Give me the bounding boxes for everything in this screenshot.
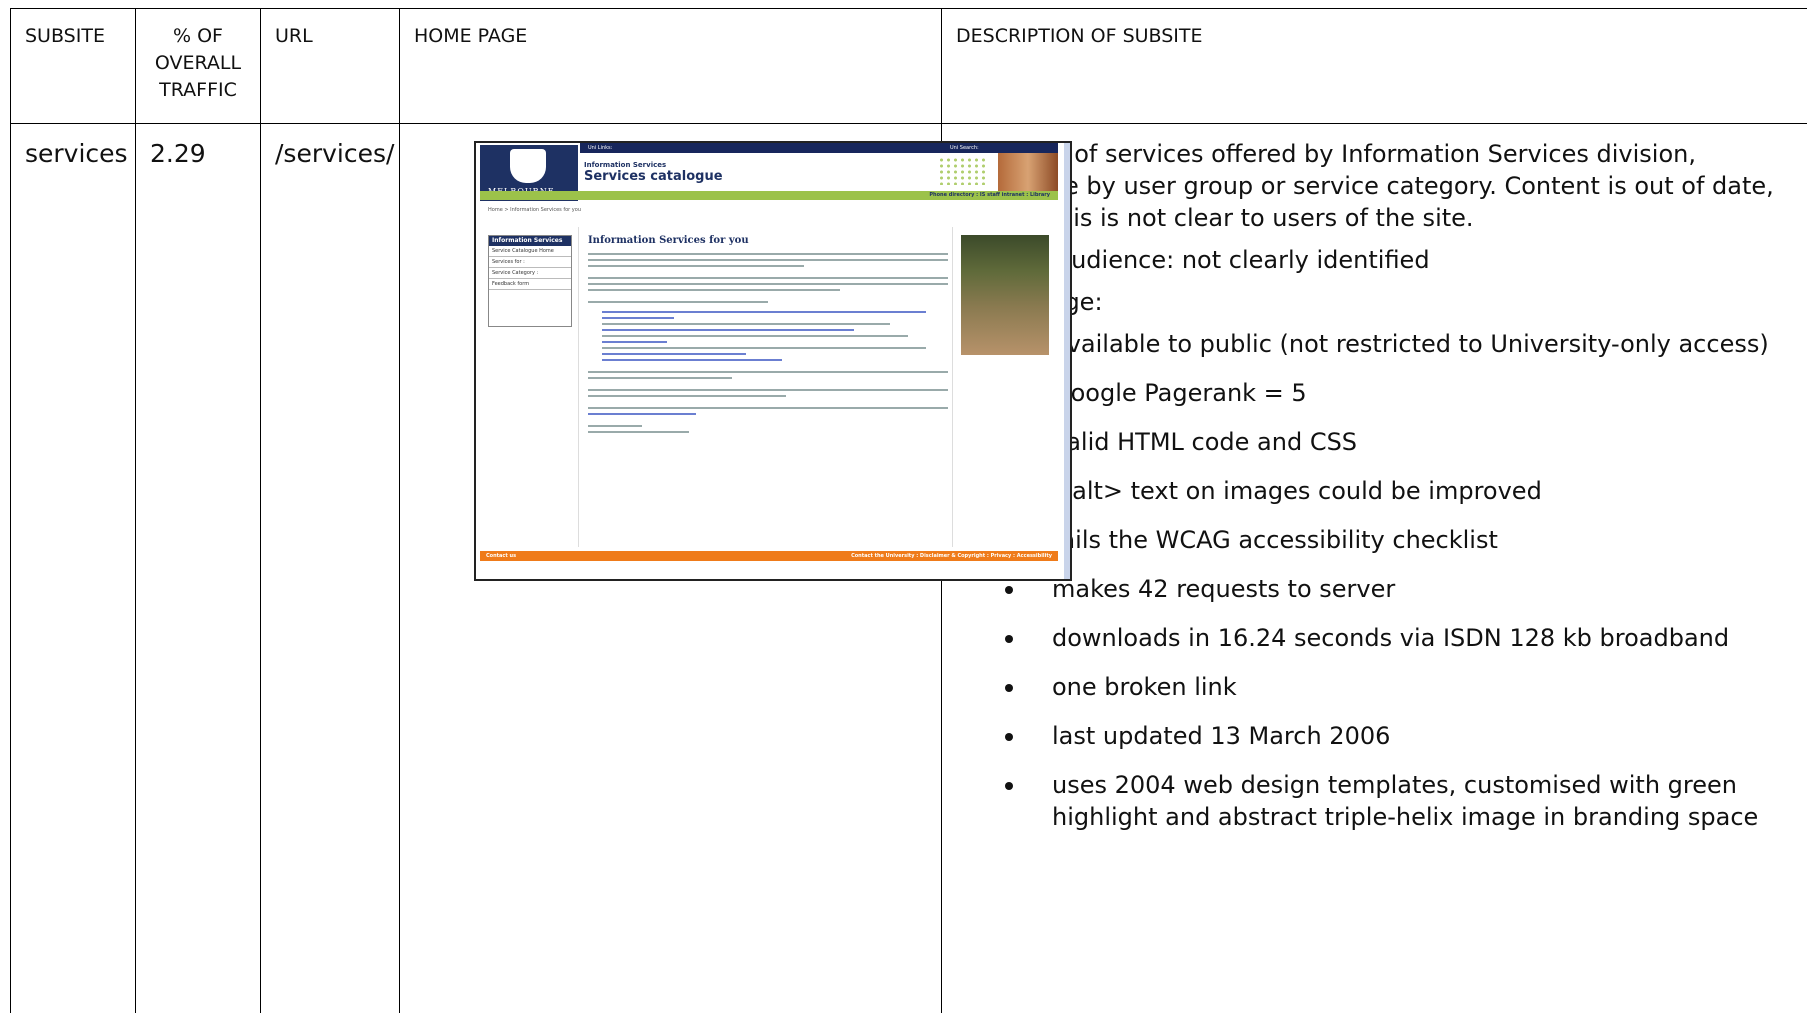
thumb-sidebar-heading: Information Services [489,236,571,246]
header-row: SUBSITE % OF OVERALL TRAFFIC URL HOME PA… [11,9,1807,124]
thumb-heading: Information Services for you [588,235,749,246]
list-item: valid HTML code and CSS [1052,426,1793,458]
home-page-screenshot: MELBOURNE Uni Links: Uni Search: Informa… [474,141,1072,581]
thumb-breadcrumb: Home > Information Services for you [488,207,581,213]
thumb-uni-search: Uni Search: [950,145,979,151]
list-item: <alt> text on images could be improved [1052,475,1793,507]
list-item: makes 42 requests to server [1052,573,1793,605]
list-item: downloads in 16.24 seconds via ISDN 128 … [1052,622,1793,654]
description-text: Directory of services offered by Informa… [956,138,1793,234]
building-photo [961,235,1049,355]
thumb-nav-bar: Uni Links: Uni Search: [580,143,1058,153]
list-item: fails the WCAG accessibility checklist [1052,524,1793,556]
header-subsite: SUBSITE [11,9,136,124]
thumb-scrollbar [1064,143,1070,579]
branding-image [998,153,1058,193]
list-item: available to public (not restricted to U… [1052,328,1793,360]
list-item: last updated 13 March 2006 [1052,720,1793,752]
traffic-value: 2.29 [136,124,261,1013]
thumb-sidebar-item: Services for : [489,257,571,268]
findings-list: available to public (not restricted to U… [956,328,1793,833]
helix-graphic [938,157,988,185]
subsite-name: services [11,124,136,1013]
thumb-utility-bar: Phone directory : IS staff intranet : Li… [480,191,1058,200]
thumb-sidebar-item: Service Catalogue Home [489,246,571,257]
url-value: /services/ [261,124,400,1013]
header-home-page: HOME PAGE [400,9,942,124]
thumb-section-small: Information Services [584,161,666,169]
thumb-uni-links: Uni Links: [588,145,612,151]
thumb-divider [578,227,579,547]
header-description: DESCRIPTION OF SUBSITE [942,9,1807,124]
thumb-footer-left: Contact us [486,553,516,559]
thumb-footer: Contact us Contact the University : Disc… [480,551,1058,561]
thumb-divider [952,227,953,547]
thumb-sidebar: Information Services Service Catalogue H… [488,235,572,327]
thumb-sidebar-item: Service Category : [489,268,571,279]
list-item: uses 2004 web design templates, customis… [1052,769,1793,833]
home-page-label: Home page: [956,286,1793,318]
list-item: one broken link [1052,671,1793,703]
thumb-footer-right: Contact the University : Disclaimer & Co… [851,553,1052,559]
crest-icon [510,149,546,183]
header-url: URL [261,9,400,124]
thumb-body-text [588,253,948,437]
primary-audience: Primary audience: not clearly identified [956,244,1793,276]
thumb-sidebar-item: Feedback form [489,279,571,290]
list-item: Google Pagerank = 5 [1052,377,1793,409]
thumb-section-title: Services catalogue [584,169,723,184]
header-traffic: % OF OVERALL TRAFFIC [136,9,261,124]
thumb-utility-links: Phone directory : IS staff intranet : Li… [929,192,1050,198]
